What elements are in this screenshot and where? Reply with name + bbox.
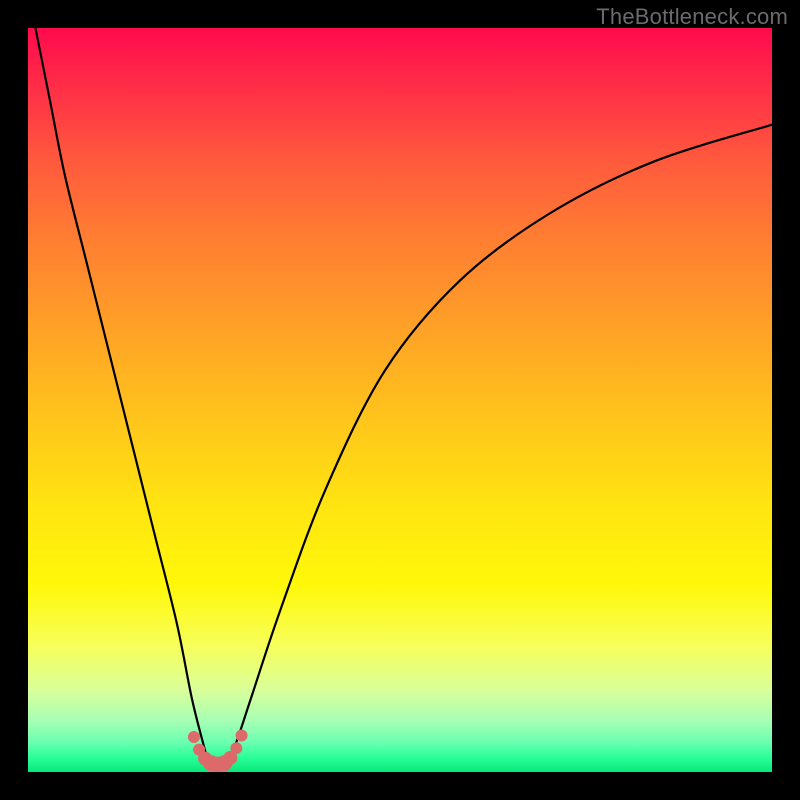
curve-left-branch	[35, 28, 208, 761]
watermark-text: TheBottleneck.com	[596, 4, 788, 30]
chart-svg	[28, 28, 772, 772]
bottleneck-marker	[193, 744, 205, 756]
bottleneck-marker	[223, 751, 237, 765]
bottleneck-marker-cluster	[188, 730, 248, 772]
bottleneck-marker	[216, 755, 232, 771]
curve-right-branch	[227, 125, 772, 761]
bottleneck-marker	[198, 752, 212, 766]
bottleneck-marker	[230, 742, 242, 754]
bottleneck-marker	[236, 730, 248, 742]
bottleneck-marker	[188, 731, 200, 743]
bottleneck-marker	[203, 755, 219, 771]
bottleneck-marker	[210, 757, 226, 772]
chart-frame	[28, 28, 772, 772]
